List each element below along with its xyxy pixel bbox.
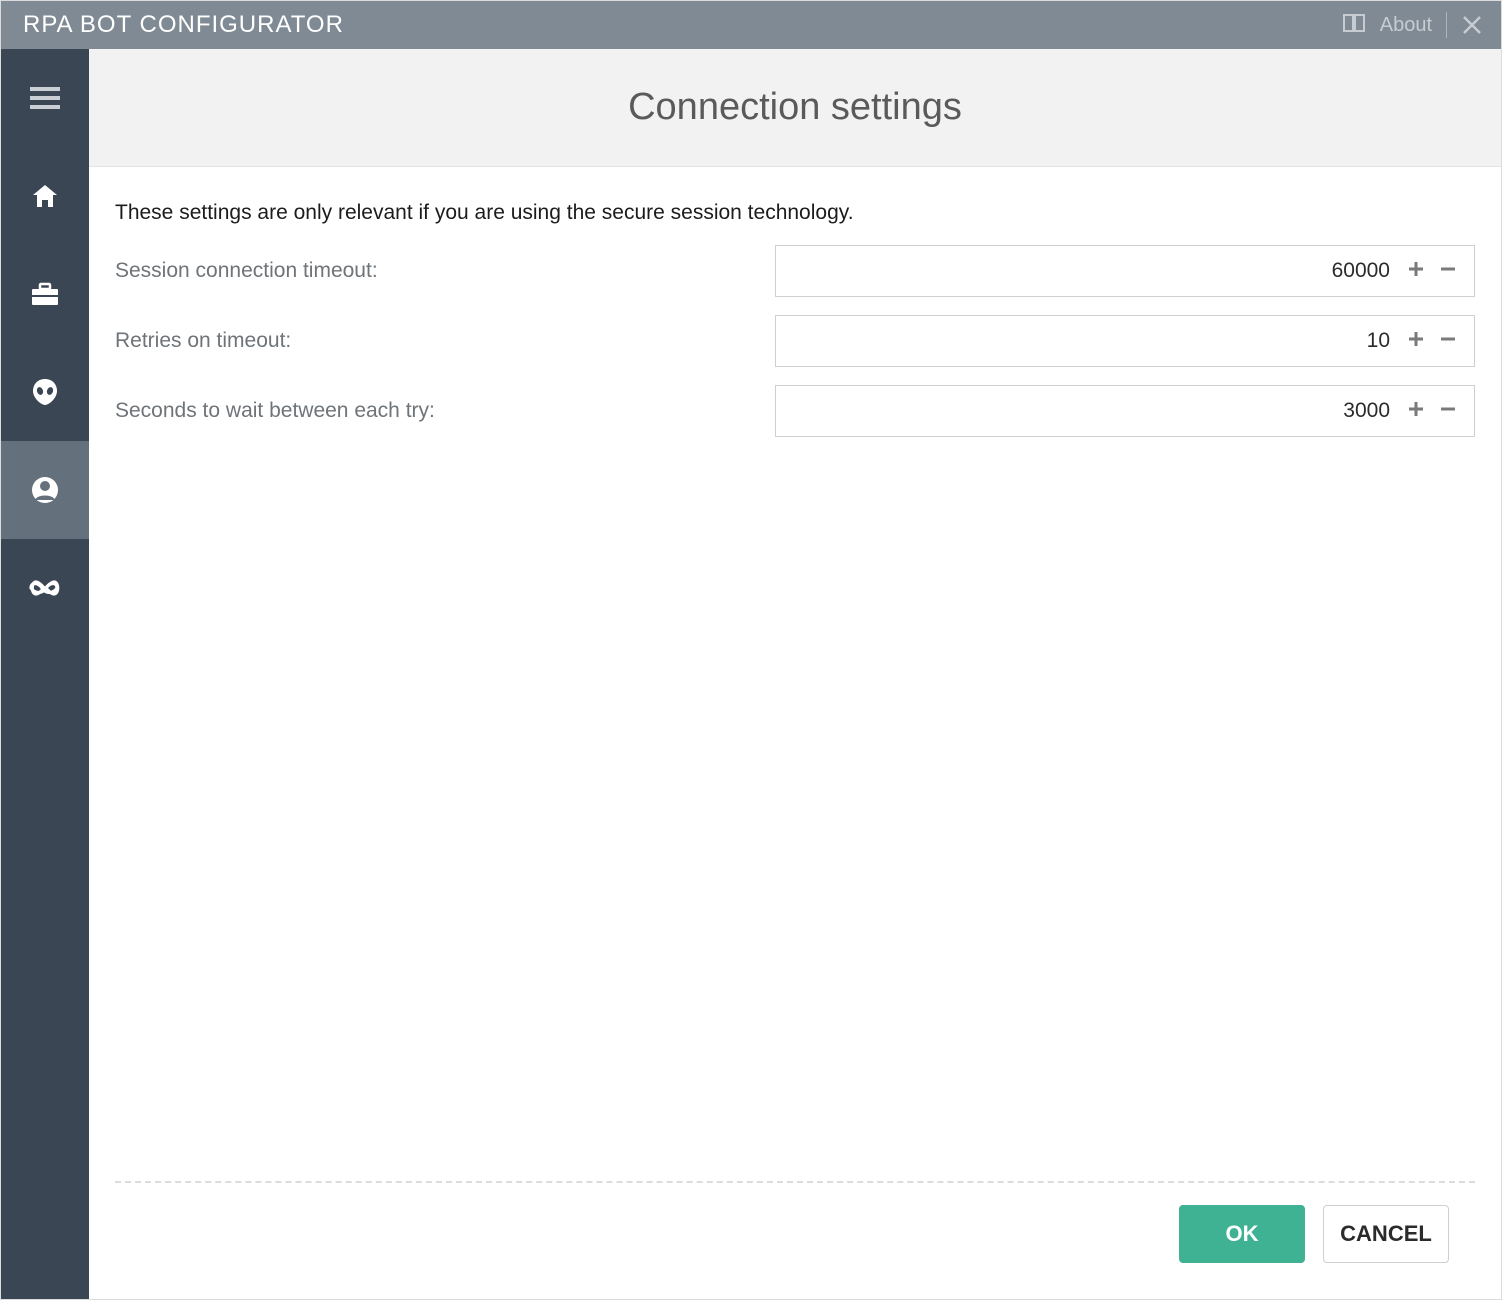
page-header: Connection settings (89, 49, 1501, 167)
field-retries (775, 315, 1475, 367)
row-session-timeout: Session connection timeout: (115, 245, 1475, 297)
user-icon (30, 475, 60, 505)
minus-icon (1438, 329, 1458, 354)
sidebar-item-home[interactable] (1, 147, 89, 245)
plus-icon (1406, 329, 1426, 354)
infinity-icon (28, 578, 62, 598)
minus-icon (1438, 259, 1458, 284)
field-wait-seconds (775, 385, 1475, 437)
row-wait-seconds: Seconds to wait between each try: (115, 385, 1475, 437)
app-window: RPA BOT CONFIGURATOR About (0, 0, 1502, 1300)
label-retries: Retries on timeout: (115, 329, 775, 353)
sidebar-item-alien[interactable] (1, 343, 89, 441)
briefcase-icon (30, 281, 60, 307)
ok-button[interactable]: OK (1179, 1205, 1305, 1263)
input-retries[interactable] (776, 316, 1400, 366)
stepper-retries (1400, 325, 1474, 357)
input-wait-seconds[interactable] (776, 386, 1400, 436)
increment-button[interactable] (1400, 325, 1432, 357)
stepper-session-timeout (1400, 255, 1474, 287)
decrement-button[interactable] (1432, 395, 1464, 427)
app-title: RPA BOT CONFIGURATOR (23, 11, 344, 39)
cancel-button[interactable]: CANCEL (1323, 1205, 1449, 1263)
decrement-button[interactable] (1432, 255, 1464, 287)
plus-icon (1406, 399, 1426, 424)
main-pane: Connection settings These settings are o… (89, 49, 1501, 1299)
settings-form: Session connection timeout: (115, 245, 1475, 455)
alien-icon (30, 377, 60, 407)
increment-button[interactable] (1400, 395, 1432, 427)
row-retries: Retries on timeout: (115, 315, 1475, 367)
page-content: These settings are only relevant if you … (89, 167, 1501, 1299)
decrement-button[interactable] (1432, 325, 1464, 357)
page-title: Connection settings (628, 86, 962, 129)
stepper-wait-seconds (1400, 395, 1474, 427)
about-label: About (1380, 14, 1432, 37)
sidebar-item-menu[interactable] (1, 49, 89, 147)
titlebar-divider (1446, 12, 1447, 38)
plus-icon (1406, 259, 1426, 284)
footer-separator (115, 1181, 1475, 1183)
page-description: These settings are only relevant if you … (115, 201, 1475, 225)
footer-buttons: OK CANCEL (115, 1205, 1475, 1299)
sidebar-item-briefcase[interactable] (1, 245, 89, 343)
menu-icon (28, 85, 62, 111)
book-icon (1342, 12, 1368, 39)
input-session-timeout[interactable] (776, 246, 1400, 296)
app-body: Connection settings These settings are o… (1, 49, 1501, 1299)
label-session-timeout: Session connection timeout: (115, 259, 775, 283)
increment-button[interactable] (1400, 255, 1432, 287)
field-session-timeout (775, 245, 1475, 297)
sidebar-item-infinity[interactable] (1, 539, 89, 637)
sidebar (1, 49, 89, 1299)
about-button[interactable]: About (1342, 12, 1432, 39)
sidebar-item-user[interactable] (1, 441, 89, 539)
minus-icon (1438, 399, 1458, 424)
close-button[interactable] (1461, 14, 1483, 36)
home-icon (31, 183, 59, 209)
titlebar: RPA BOT CONFIGURATOR About (1, 1, 1501, 49)
label-wait-seconds: Seconds to wait between each try: (115, 399, 775, 423)
